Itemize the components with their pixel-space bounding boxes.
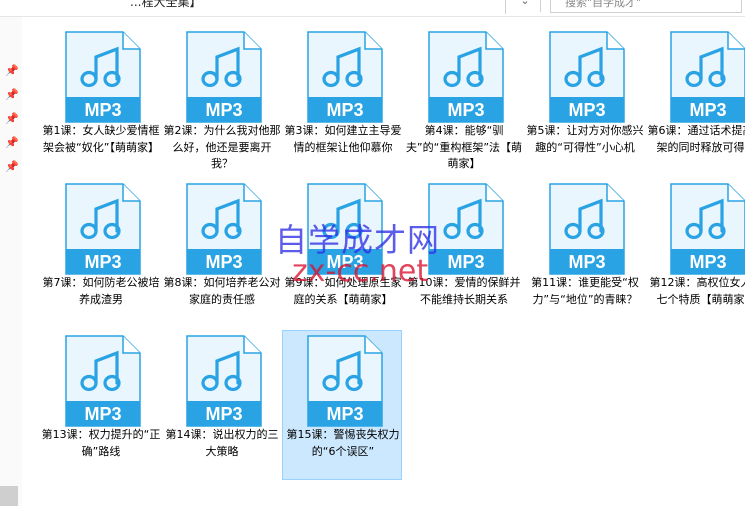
file-item[interactable]: MP3 第6课：通过话术提高框架的同时释放可得性 <box>645 26 745 176</box>
scrollbar-thumb[interactable] <box>0 486 18 506</box>
file-item[interactable]: MP3 第2课：为什么我对他那么好，他还是要离开我？ <box>161 26 281 176</box>
file-name: 第2课：为什么我对他那么好，他还是要离开我？ <box>163 124 281 170</box>
file-item[interactable]: MP3 第13课：权力提升的“正确”路线 <box>40 330 160 480</box>
address-dropdown-button[interactable]: ⌄ <box>510 0 541 12</box>
file-item[interactable]: MP3 第12课：高权位女人的七个特质【萌萌家】 <box>645 178 745 328</box>
file-type-badge: MP3 <box>447 100 484 120</box>
music-note-icon: MP3 <box>65 335 141 427</box>
pin-icon[interactable]: 📌 <box>5 161 19 173</box>
file-name: 第11课：谁更能受“权力”与“地位”的青睐？ <box>531 276 639 306</box>
file-name: 第3课：如何建立主导爱情的框架让他仰慕你 <box>284 124 402 154</box>
pin-icon[interactable]: 📌 <box>5 89 19 101</box>
file-item[interactable]: MP3 第5课：让对方对你感兴趣的“可得性”小心机 <box>524 26 644 176</box>
pin-icon[interactable]: 📌 <box>5 137 19 149</box>
file-type-badge: MP3 <box>326 100 363 120</box>
file-type-badge: MP3 <box>689 100 726 120</box>
file-type-badge: MP3 <box>568 100 605 120</box>
file-type-badge: MP3 <box>447 252 484 272</box>
file-name: 第5课：让对方对你感兴趣的“可得性”小心机 <box>526 124 644 154</box>
music-note-icon: MP3 <box>670 31 745 123</box>
file-item[interactable]: MP3 第14课：说出权力的三大策略 <box>161 330 281 480</box>
file-type-badge: MP3 <box>326 252 363 272</box>
search-placeholder: 搜索"自学成才" <box>565 0 642 9</box>
music-note-icon: MP3 <box>307 31 383 123</box>
file-name: 第13课：权力提升的“正确”路线 <box>41 428 161 458</box>
music-note-icon: MP3 <box>65 31 141 123</box>
file-name: 第6课：通过话术提高框架的同时释放可得性 <box>647 124 745 154</box>
music-note-icon: MP3 <box>428 31 504 123</box>
file-item[interactable]: MP3 第11课：谁更能受“权力”与“地位”的青睐？ <box>524 178 644 328</box>
file-name: 第4课：能够“驯夫”的“重构框架”法【萌萌家】 <box>405 124 523 170</box>
file-name: 第12课：高权位女人的七个特质【萌萌家】 <box>649 276 745 306</box>
address-path-text: ...程大全集】 <box>130 0 202 9</box>
pin-icon[interactable]: 📌 <box>5 65 19 77</box>
file-name: 第9课：如何处理原生家庭的关系【萌萌家】 <box>284 276 402 306</box>
file-name: 第1课：女人缺少爱情框架会被“奴化”【萌萌家】 <box>42 124 160 154</box>
file-item[interactable]: MP3 第1课：女人缺少爱情框架会被“奴化”【萌萌家】 <box>40 26 160 176</box>
file-item[interactable]: MP3 第4课：能够“驯夫”的“重构框架”法【萌萌家】 <box>403 26 523 176</box>
file-name: 第14课：说出权力的三大策略 <box>165 428 279 458</box>
file-item[interactable]: MP3 第7课：如何防老公被培养成渣男 <box>40 178 160 328</box>
music-note-icon: MP3 <box>307 335 383 427</box>
navigation-pane: 📌 📌 📌 📌 📌 <box>0 17 22 506</box>
file-item[interactable]: MP3 第9课：如何处理原生家庭的关系【萌萌家】 <box>282 178 402 328</box>
file-type-badge: MP3 <box>689 252 726 272</box>
file-name: 第10课：爱情的保鲜并不能维持长期关系 <box>407 276 521 306</box>
file-type-badge: MP3 <box>205 100 242 120</box>
music-note-icon: MP3 <box>65 183 141 275</box>
file-type-badge: MP3 <box>205 404 242 424</box>
chevron-down-icon: ⌄ <box>520 0 530 7</box>
file-type-badge: MP3 <box>205 252 242 272</box>
file-type-badge: MP3 <box>84 404 121 424</box>
pin-icon[interactable]: 📌 <box>5 113 19 125</box>
music-note-icon: MP3 <box>428 183 504 275</box>
file-type-badge: MP3 <box>84 252 121 272</box>
file-item[interactable]: MP3 第15课：警惕丧失权力的“6个误区” <box>282 330 402 480</box>
music-note-icon: MP3 <box>186 183 262 275</box>
file-name: 第8课：如何培养老公对家庭的责任感 <box>163 276 281 306</box>
file-name: 第7课：如何防老公被培养成渣男 <box>42 276 160 306</box>
music-note-icon: MP3 <box>307 183 383 275</box>
music-note-icon: MP3 <box>186 31 262 123</box>
search-box[interactable]: 搜索"自学成才" <box>550 0 742 13</box>
address-path[interactable]: ...程大全集】 <box>0 0 506 14</box>
file-item[interactable]: MP3 第3课：如何建立主导爱情的框架让他仰慕你 <box>282 26 402 176</box>
file-item[interactable]: MP3 第10课：爱情的保鲜并不能维持长期关系 <box>403 178 523 328</box>
music-note-icon: MP3 <box>549 183 625 275</box>
music-note-icon: MP3 <box>186 335 262 427</box>
address-bar: ...程大全集】 ⌄ 搜索"自学成才" <box>0 0 745 17</box>
file-type-badge: MP3 <box>84 100 121 120</box>
music-note-icon: MP3 <box>670 183 745 275</box>
file-type-badge: MP3 <box>568 252 605 272</box>
file-type-badge: MP3 <box>326 404 363 424</box>
music-note-icon: MP3 <box>549 31 625 123</box>
file-name: 第15课：警惕丧失权力的“6个误区” <box>286 428 400 458</box>
file-item[interactable]: MP3 第8课：如何培养老公对家庭的责任感 <box>161 178 281 328</box>
